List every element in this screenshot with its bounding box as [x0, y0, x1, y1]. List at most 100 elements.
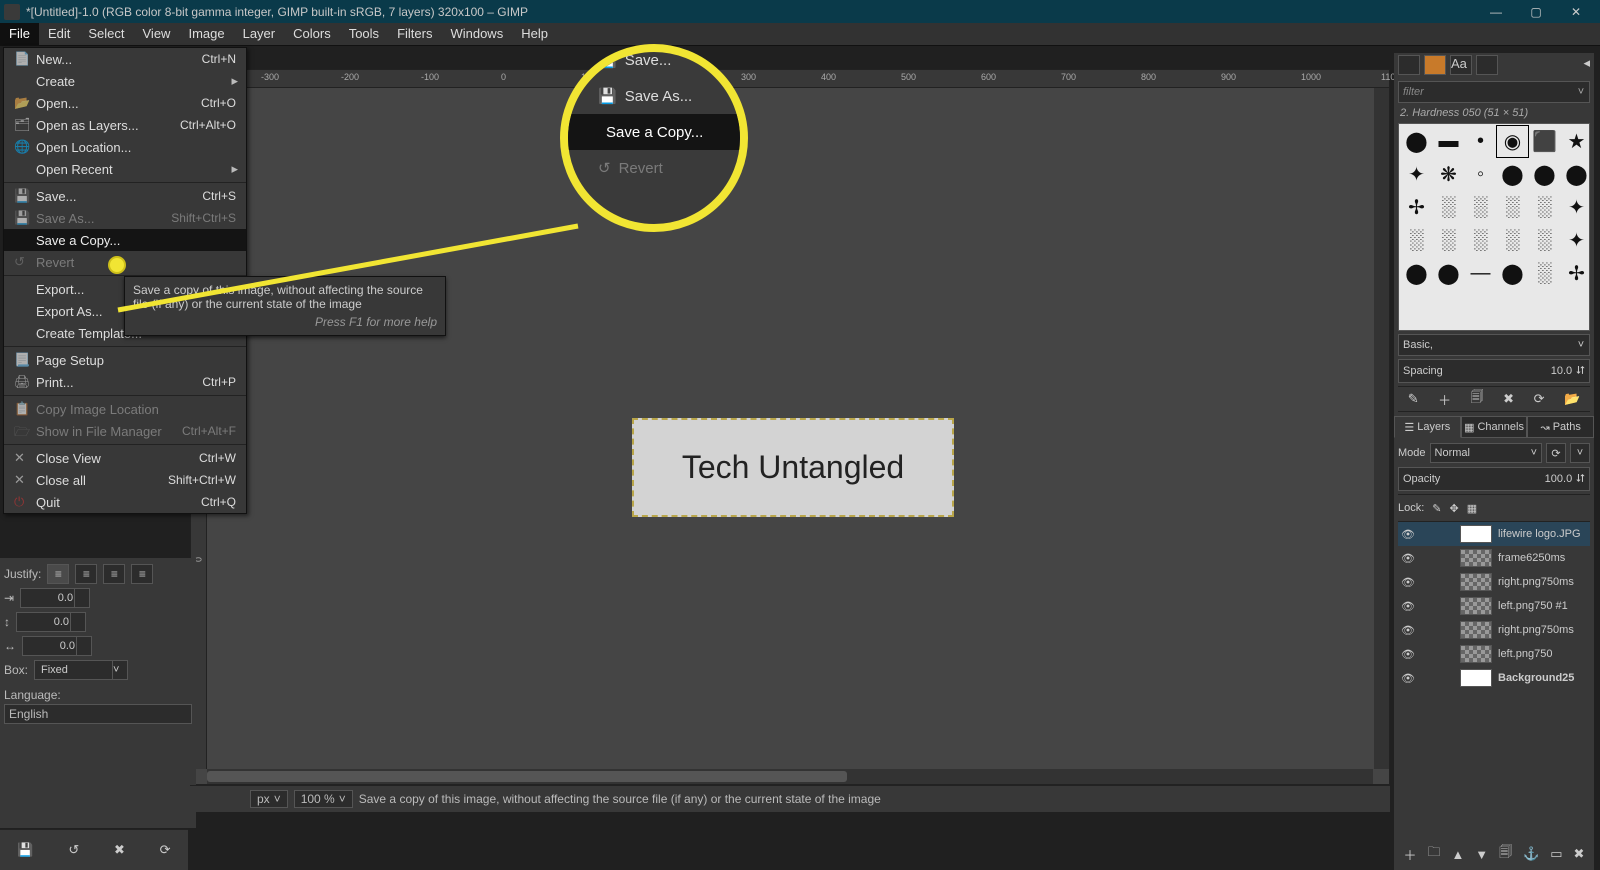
layer-row[interactable]: 👁left.png750 #1	[1398, 594, 1590, 618]
vertical-scrollbar[interactable]	[1374, 88, 1389, 769]
justify-center-button[interactable]: ≡	[103, 564, 125, 584]
menu-help[interactable]: Help	[512, 23, 557, 45]
mode-swap-button[interactable]: ˅	[1570, 443, 1590, 463]
duplicate-layer-button[interactable]: 🗐	[1499, 843, 1512, 865]
lock-pixels-icon[interactable]: ✎	[1432, 502, 1441, 515]
menu-view[interactable]: View	[134, 23, 180, 45]
new-group-button[interactable]: 🗀	[1427, 843, 1440, 865]
maximize-button[interactable]: ▢	[1516, 0, 1556, 23]
brush-grid[interactable]: ⬤▬•◉⬛★✦❋◦⬤⬤⬤✢░░░░✦░░░░░✦⬤⬤—⬤░✢	[1398, 123, 1590, 331]
reset-options-icon[interactable]: ⟳	[160, 842, 171, 858]
file-save[interactable]: 💾Save...Ctrl+S	[4, 185, 246, 207]
restore-options-icon[interactable]: ↺	[68, 842, 79, 858]
justify-right-button[interactable]: ≡	[75, 564, 97, 584]
brushes-tab-4[interactable]	[1476, 55, 1498, 75]
visibility-toggle-icon[interactable]: 👁	[1398, 576, 1418, 589]
text-layer-box[interactable]: Tech Untangled	[632, 418, 954, 517]
letter-spacing-input[interactable]: 0.0	[22, 636, 92, 656]
layer-row[interactable]: 👁left.png750	[1398, 642, 1590, 666]
layer-up-button[interactable]: ▲	[1451, 847, 1464, 862]
layers-tab[interactable]: ☰Layers	[1394, 416, 1461, 438]
minimize-button[interactable]: —	[1476, 0, 1516, 23]
justify-left-button[interactable]: ≡	[47, 564, 69, 584]
opacity-slider[interactable]: Opacity100.0⮃	[1398, 467, 1590, 491]
lock-alpha-icon[interactable]: ▦	[1467, 502, 1477, 515]
layers-dock-tabs: ☰Layers ▦Channels ↝Paths	[1394, 416, 1594, 438]
delete-layer-button[interactable]: ✖	[1574, 846, 1585, 862]
menu-tools[interactable]: Tools	[340, 23, 388, 45]
menu-edit[interactable]: Edit	[39, 23, 79, 45]
justify-label: Justify:	[4, 567, 41, 581]
menu-select[interactable]: Select	[79, 23, 133, 45]
zoom-select[interactable]: 100 %˅	[294, 790, 353, 808]
canvas[interactable]: Tech Untangled	[207, 88, 1373, 768]
paths-tab[interactable]: ↝Paths	[1527, 416, 1594, 438]
brush-duplicate-icon[interactable]: 🗐	[1471, 388, 1484, 410]
unit-select[interactable]: px˅	[250, 790, 288, 808]
menu-colors[interactable]: Colors	[284, 23, 340, 45]
menu-windows[interactable]: Windows	[441, 23, 512, 45]
file-copy-image-location[interactable]: 📋Copy Image Location	[4, 398, 246, 420]
visibility-toggle-icon[interactable]: 👁	[1398, 528, 1418, 541]
file-create[interactable]: Create▸	[4, 70, 246, 92]
menu-file[interactable]: File	[0, 23, 39, 45]
file-close-all[interactable]: ✕Close allShift+Ctrl+W	[4, 469, 246, 491]
visibility-toggle-icon[interactable]: 👁	[1398, 624, 1418, 637]
brushes-tab-1[interactable]	[1398, 55, 1420, 75]
mode-select[interactable]: Normal˅	[1430, 443, 1542, 463]
merge-layer-button[interactable]: ⚓	[1523, 846, 1539, 862]
brush-edit-icon[interactable]: ✎	[1408, 391, 1419, 407]
file-show-in-file-manager[interactable]: 🗁Show in File ManagerCtrl+Alt+F	[4, 420, 246, 442]
language-input[interactable]: English	[4, 704, 192, 724]
brush-filter-input[interactable]: filter˅	[1398, 81, 1590, 103]
file-open-location[interactable]: 🌐Open Location...	[4, 136, 246, 158]
file-open-recent[interactable]: Open Recent▸	[4, 158, 246, 180]
brush-delete-icon[interactable]: ✖	[1503, 391, 1514, 407]
horizontal-scrollbar[interactable]	[207, 769, 1373, 784]
brushes-tab-3[interactable]: Aa	[1450, 55, 1472, 75]
brush-new-icon[interactable]: ＋	[1438, 390, 1451, 409]
file-save-a-copy[interactable]: Save a Copy...	[4, 229, 246, 251]
mask-layer-button[interactable]: ▭	[1550, 846, 1562, 862]
lock-position-icon[interactable]: ✥	[1450, 502, 1459, 515]
layer-row[interactable]: 👁right.png750ms	[1398, 570, 1590, 594]
file-open-as-layers[interactable]: 🗂Open as Layers...Ctrl+Alt+O	[4, 114, 246, 136]
box-mode-select[interactable]: Fixed˅	[34, 660, 128, 680]
close-window-button[interactable]: ✕	[1556, 0, 1596, 23]
line-spacing-input[interactable]: 0.0	[16, 612, 86, 632]
horizontal-ruler[interactable]: -300-200-1000100200300400500600700800900…	[206, 70, 1389, 88]
layer-row[interactable]: 👁lifewire logo.JPG	[1398, 522, 1590, 546]
file-save-as[interactable]: 💾Save As...Shift+Ctrl+S	[4, 207, 246, 229]
file-close-view[interactable]: ✕Close ViewCtrl+W	[4, 447, 246, 469]
file-quit[interactable]: ⏻QuitCtrl+Q	[4, 491, 246, 513]
file-new[interactable]: 📄New...Ctrl+N	[4, 48, 246, 70]
menu-layer[interactable]: Layer	[234, 23, 285, 45]
file-print[interactable]: 🖨Print...Ctrl+P	[4, 371, 246, 393]
file-open[interactable]: 📂Open...Ctrl+O	[4, 92, 246, 114]
new-layer-button[interactable]: ＋	[1403, 845, 1416, 864]
delete-options-icon[interactable]: ✖	[114, 842, 125, 858]
justify-fill-button[interactable]: ≡	[131, 564, 153, 584]
visibility-toggle-icon[interactable]: 👁	[1398, 648, 1418, 661]
menu-filters[interactable]: Filters	[388, 23, 441, 45]
window-title: *[Untitled]-1.0 (RGB color 8-bit gamma i…	[26, 5, 528, 19]
layer-down-button[interactable]: ▼	[1475, 847, 1488, 862]
mode-reset-button[interactable]: ⟳	[1546, 443, 1566, 463]
layer-row[interactable]: 👁Background25	[1398, 666, 1590, 690]
brush-preset-select[interactable]: Basic,˅	[1398, 334, 1590, 356]
brush-open-icon[interactable]: 📂	[1564, 391, 1580, 407]
save-options-icon[interactable]: 💾	[17, 842, 33, 858]
brushes-tab-menu-icon[interactable]: ◂	[1583, 55, 1590, 77]
visibility-toggle-icon[interactable]: 👁	[1398, 552, 1418, 565]
brushes-tab-2[interactable]	[1424, 55, 1446, 75]
menu-image[interactable]: Image	[179, 23, 233, 45]
brush-refresh-icon[interactable]: ⟳	[1534, 391, 1545, 407]
file-page-setup[interactable]: 📃Page Setup	[4, 349, 246, 371]
layer-row[interactable]: 👁frame6250ms	[1398, 546, 1590, 570]
visibility-toggle-icon[interactable]: 👁	[1398, 600, 1418, 613]
visibility-toggle-icon[interactable]: 👁	[1398, 672, 1418, 685]
channels-tab[interactable]: ▦Channels	[1461, 416, 1528, 438]
brush-spacing-slider[interactable]: Spacing10.0⮃	[1398, 359, 1590, 383]
layer-row[interactable]: 👁right.png750ms	[1398, 618, 1590, 642]
indent-input[interactable]: 0.0	[20, 588, 90, 608]
